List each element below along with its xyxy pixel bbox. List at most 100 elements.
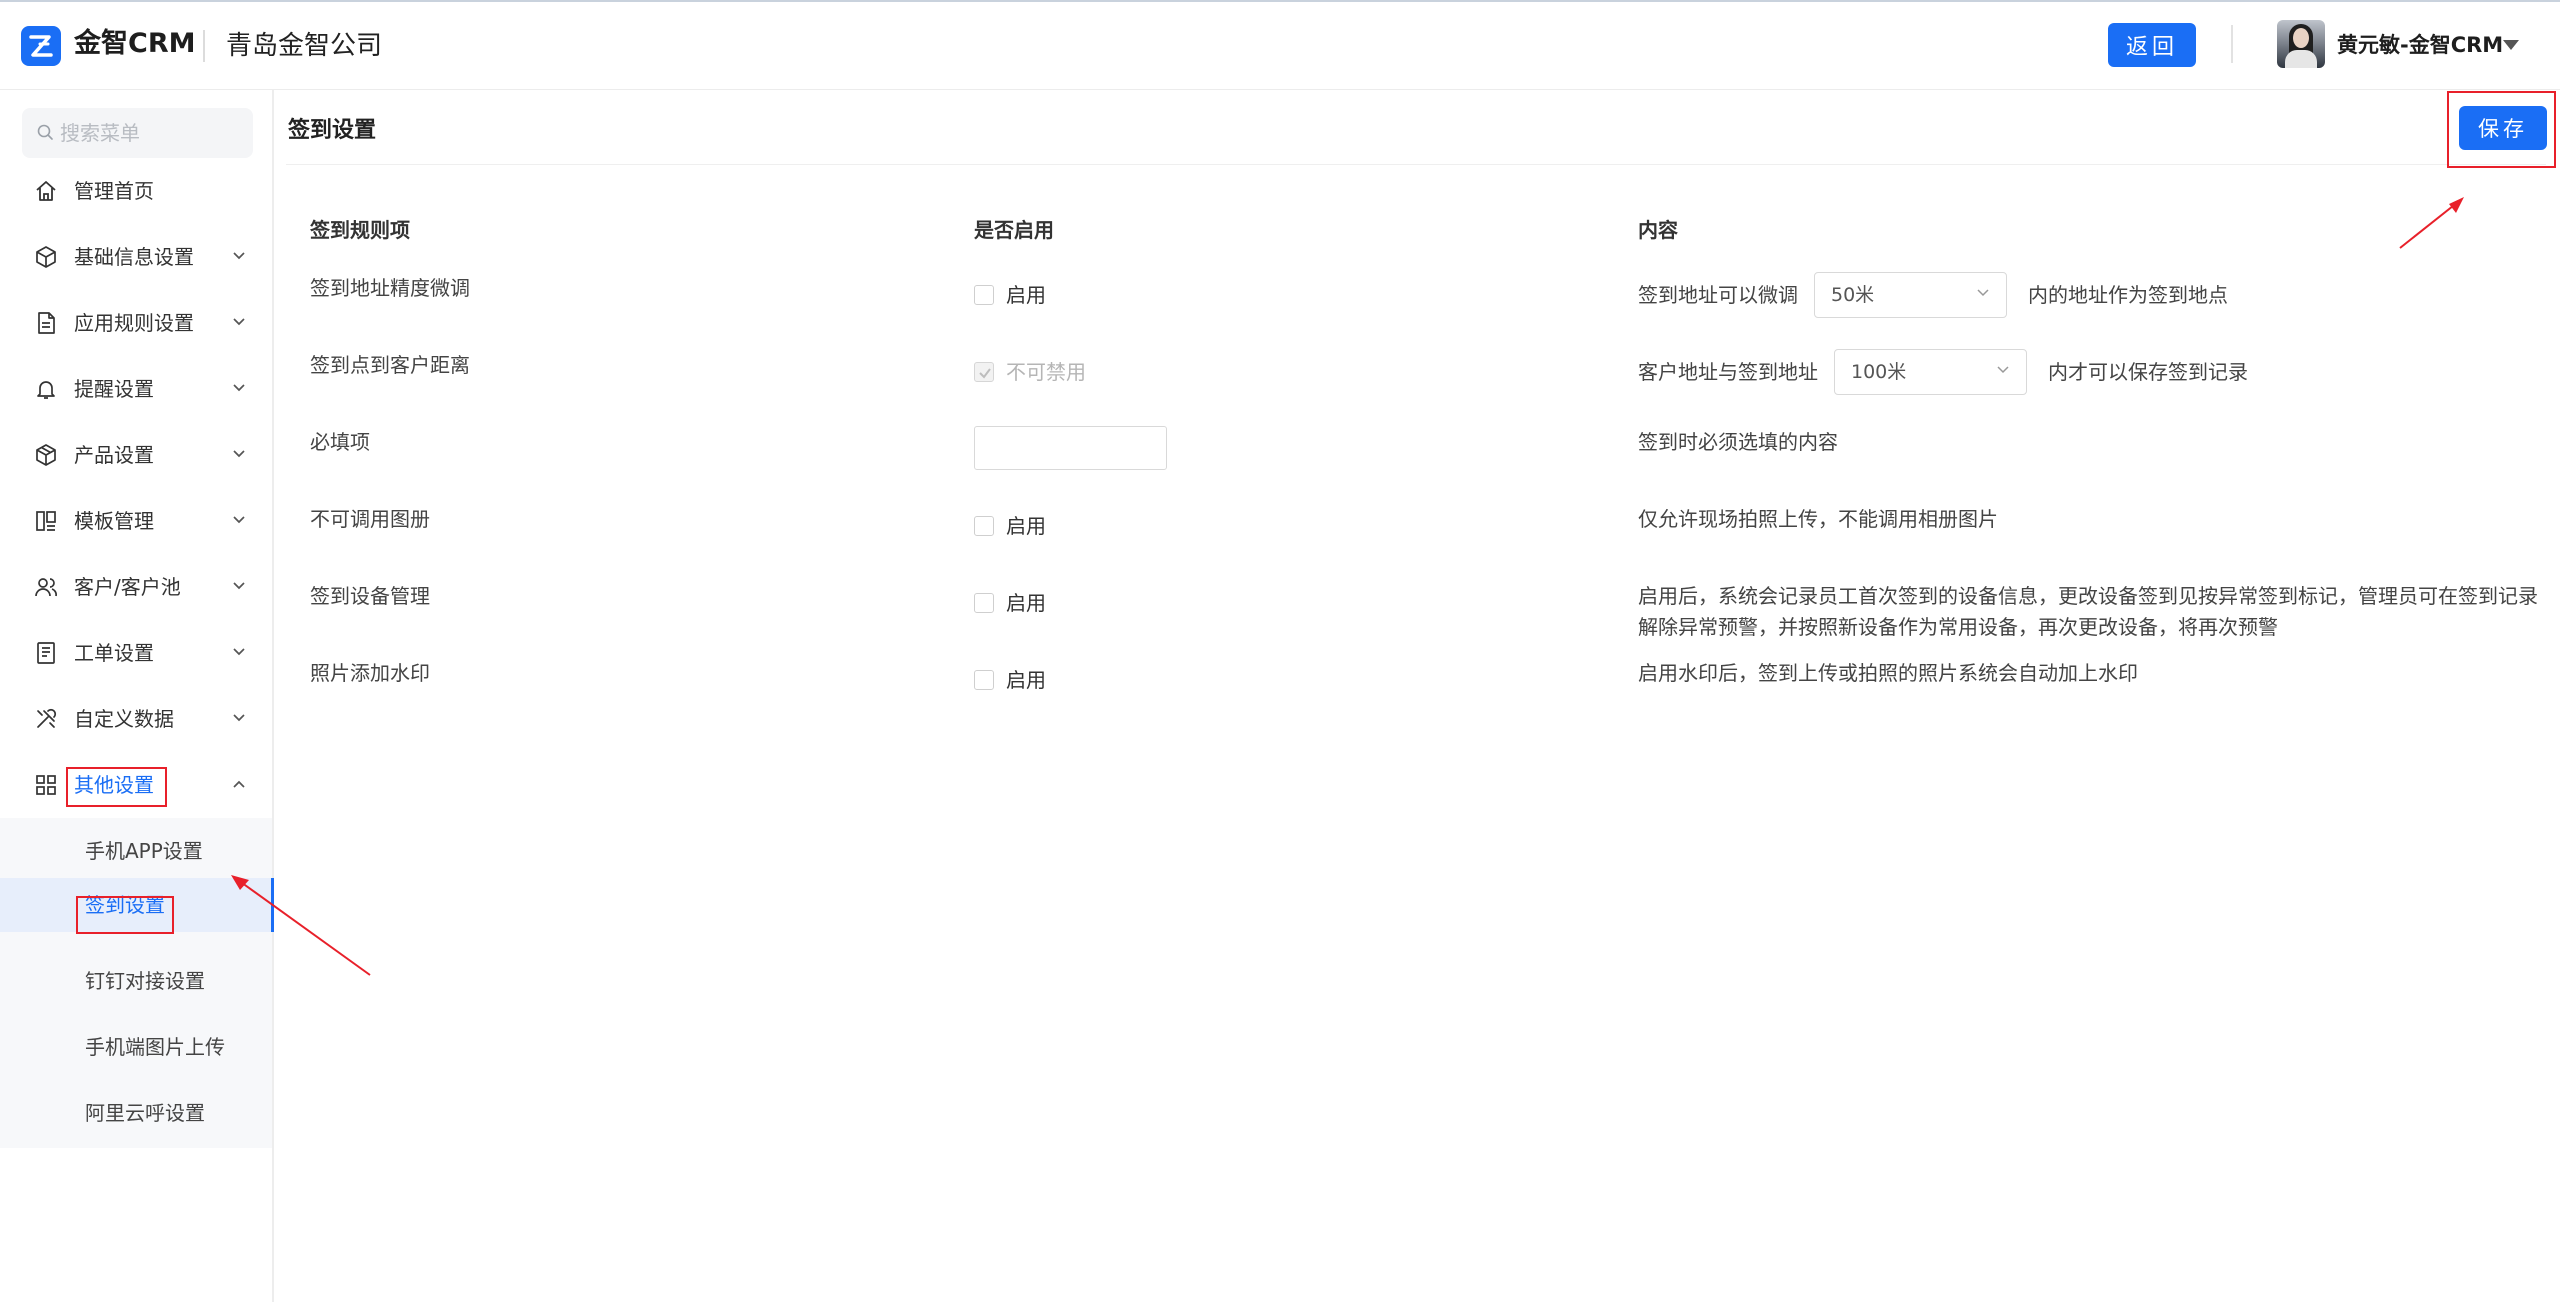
chevron-down-icon: [233, 318, 245, 326]
chevron-down-icon: [1997, 366, 2009, 374]
submenu-item-dingtalk[interactable]: 钉钉对接设置: [0, 948, 272, 1014]
search-input[interactable]: [60, 108, 246, 158]
chevron-down-icon: [233, 252, 245, 260]
sidebar-item-label: 客户/客户池: [74, 575, 181, 599]
submenu-item-aliyun-call[interactable]: 阿里云呼设置: [0, 1080, 272, 1146]
sidebar-item-customers[interactable]: 客户/客户池: [0, 554, 272, 620]
content-text: 签到时必须选填的内容: [1638, 430, 1838, 454]
sidebar-item-products[interactable]: 产品设置: [0, 422, 272, 488]
check-icon: [979, 368, 991, 379]
required-fields-input[interactable]: [974, 426, 1167, 470]
content-text: 内的地址作为签到地点: [2028, 283, 2228, 307]
company-name: 青岛金智公司: [226, 31, 383, 61]
logo-icon: [21, 26, 61, 66]
chevron-down-icon: [233, 384, 245, 392]
document-icon: [38, 312, 55, 334]
header-divider-right: [2231, 25, 2233, 63]
content-text: 内才可以保存签到记录: [2048, 360, 2248, 384]
annotation-box-other-settings: [66, 767, 167, 807]
submenu-item-app-settings[interactable]: 手机APP设置: [0, 818, 272, 884]
sidebar-item-custom-data[interactable]: 自定义数据: [0, 686, 272, 752]
avatar[interactable]: [2277, 20, 2325, 68]
enable-device-management-checkbox[interactable]: [974, 593, 994, 613]
template-icon: [36, 511, 56, 531]
sidebar-item-label: 提醒设置: [74, 377, 154, 401]
checkbox-label: 启用: [1006, 514, 1046, 538]
user-name[interactable]: 黄元敏-金智CRM: [2337, 28, 2503, 62]
main-content: 签到设置 保存 签到规则项 是否启用 内容 签到地址精度微调 启用 签到地址可以…: [276, 90, 2560, 1302]
menu-search[interactable]: [22, 108, 253, 158]
content-text: 客户地址与签到地址: [1638, 360, 1818, 384]
chevron-down-icon: [233, 714, 245, 722]
page-title: 签到设置: [288, 118, 377, 143]
content-text-line1: 启用后，系统会记录员工首次签到的设备信息，更改设备签到见按异常签到标记，管理员可…: [1638, 584, 2538, 608]
sidebar-item-label: 应用规则设置: [74, 311, 194, 335]
sidebar-item-label: 模板管理: [74, 509, 154, 533]
box-icon: [36, 444, 56, 466]
sidebar-item-reminders[interactable]: 提醒设置: [0, 356, 272, 422]
content-text: 启用水印后，签到上传或拍照的照片系统会自动加上水印: [1638, 661, 2138, 685]
ticket-icon: [37, 642, 55, 664]
sidebar-item-app-rules[interactable]: 应用规则设置: [0, 290, 272, 356]
customer-distance-checkbox: [974, 362, 994, 382]
rule-required-fields: 必填项: [310, 430, 370, 454]
select-value: 100米: [1851, 361, 1907, 383]
brand-name: 金智CRM: [74, 28, 196, 59]
rule-address-precision: 签到地址精度微调: [310, 276, 470, 300]
submenu-item-label: 手机APP设置: [85, 839, 203, 863]
chevron-down-icon: [233, 582, 245, 590]
tools-icon: [37, 708, 57, 728]
checkbox-label: 启用: [1006, 591, 1046, 615]
sidebar-item-work-orders[interactable]: 工单设置: [0, 620, 272, 686]
enable-watermark-checkbox[interactable]: [974, 670, 994, 690]
sidebar-item-label: 工单设置: [74, 641, 154, 665]
sidebar-item-templates[interactable]: 模板管理: [0, 488, 272, 554]
content-text: 仅允许现场拍照上传，不能调用相册图片: [1638, 507, 1998, 531]
rule-no-album: 不可调用图册: [310, 507, 430, 531]
rule-device-management: 签到设备管理: [310, 584, 430, 608]
grid-icon: [36, 775, 56, 795]
submenu-item-mobile-upload[interactable]: 手机端图片上传: [0, 1014, 272, 1080]
distance-select[interactable]: 100米: [1834, 349, 2027, 395]
sidebar-item-basic-info[interactable]: 基础信息设置: [0, 224, 272, 290]
sidebar: 管理首页 基础信息设置 应用规则设置 提醒设置 产品设置 模板管理 客户/客户池…: [0, 90, 274, 1302]
submenu-other-settings: 手机APP设置 签到设置 钉钉对接设置 手机端图片上传 阿里云呼设置: [0, 818, 274, 1148]
precision-select[interactable]: 50米: [1814, 272, 2007, 318]
home-icon: [36, 181, 56, 201]
content-text: 签到地址可以微调: [1638, 283, 1798, 307]
header-divider: [203, 30, 205, 62]
top-border: [0, 0, 2560, 2]
chevron-down-icon: [1977, 289, 1989, 297]
user-menu-caret-icon[interactable]: [2503, 40, 2519, 50]
sidebar-item-label: 管理首页: [74, 179, 154, 203]
top-bar: 金智CRM 青岛金智公司 返回 黄元敏-金智CRM: [0, 0, 2560, 90]
back-button[interactable]: 返回: [2108, 23, 2196, 67]
enable-address-precision-checkbox[interactable]: [974, 285, 994, 305]
column-header-rule: 签到规则项: [310, 218, 410, 242]
sidebar-item-home[interactable]: 管理首页: [0, 158, 272, 224]
select-value: 50米: [1831, 284, 1875, 306]
chevron-up-icon: [233, 780, 245, 788]
search-icon: [37, 124, 53, 140]
annotation-box-save: [2447, 91, 2556, 168]
checkbox-label: 启用: [1006, 283, 1046, 307]
title-divider: [286, 164, 2546, 165]
submenu-item-label: 手机端图片上传: [85, 1035, 225, 1059]
rule-watermark: 照片添加水印: [310, 661, 430, 685]
column-header-enabled: 是否启用: [974, 218, 1054, 242]
sidebar-item-label: 产品设置: [74, 443, 154, 467]
cube-icon: [36, 246, 56, 268]
bell-icon: [37, 381, 55, 399]
content-text-line2: 解除异常预警，并按照新设备作为常用设备，再次更改设备，将再次预警: [1638, 615, 2278, 639]
annotation-box-checkin: [76, 896, 174, 934]
chevron-down-icon: [233, 450, 245, 458]
enable-no-album-checkbox[interactable]: [974, 516, 994, 536]
sidebar-item-label: 基础信息设置: [74, 245, 194, 269]
users-icon: [35, 578, 57, 597]
column-header-content: 内容: [1638, 218, 1678, 242]
checkbox-label: 不可禁用: [1006, 360, 1086, 384]
checkbox-label: 启用: [1006, 668, 1046, 692]
submenu-item-label: 钉钉对接设置: [85, 969, 205, 993]
rule-customer-distance: 签到点到客户距离: [310, 353, 470, 377]
chevron-down-icon: [233, 516, 245, 524]
